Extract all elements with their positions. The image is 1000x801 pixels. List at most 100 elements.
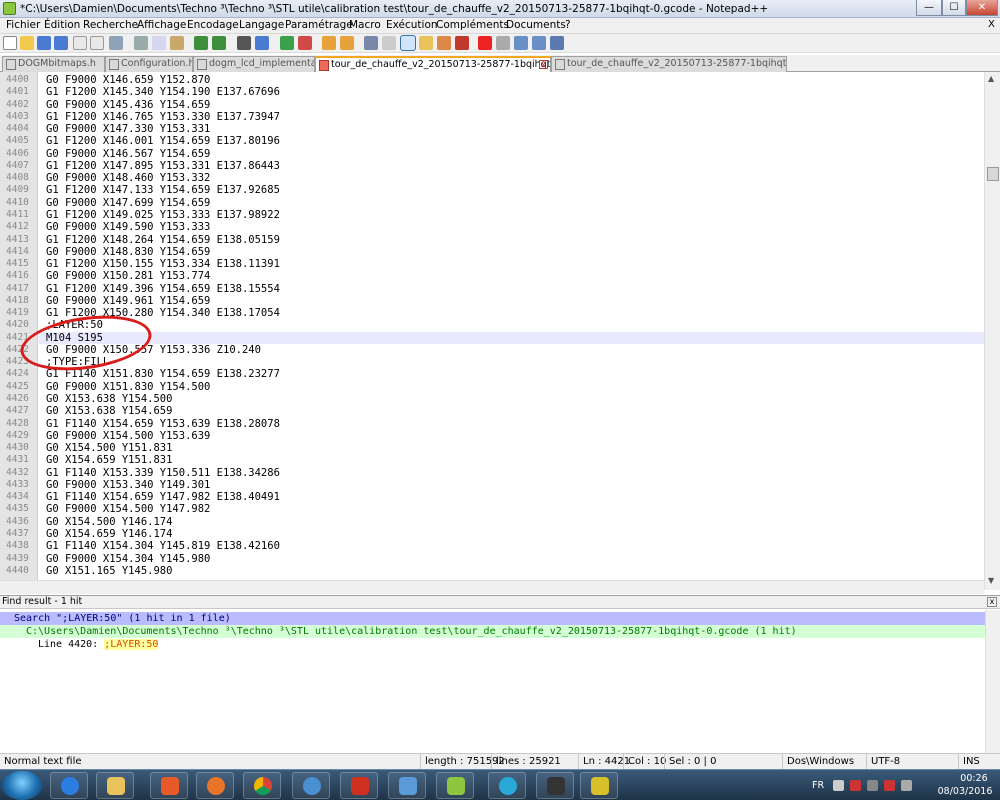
code-line[interactable]: G1 F1200 X149.396 Y154.659 E138.15554 [46,283,982,295]
close-file-icon[interactable] [73,36,87,50]
paste-icon[interactable] [170,36,184,50]
tab-tour-de-chauffe[interactable]: tour_de_chauffe_v2_20150713-25877-1bqihq… [551,56,787,72]
function-list-icon[interactable] [455,36,469,50]
taskbar-explorer[interactable] [96,772,134,799]
code-line[interactable]: G0 F9000 X149.961 Y154.659 [46,295,982,307]
search-hit-line[interactable]: Line 4420: ;LAYER:50 [0,638,985,651]
menu-documents[interactable]: Documents [506,19,566,31]
code-line[interactable]: G0 X154.500 Y146.174 [46,516,982,528]
code-line[interactable]: ;TYPE:FILL [46,356,982,368]
tab-configuration[interactable]: Configuration.h [105,56,193,72]
code-line[interactable]: G1 F1200 X147.133 Y154.659 E137.92685 [46,184,982,196]
open-file-icon[interactable] [20,36,34,50]
taskbar-sketchup[interactable] [340,772,378,799]
undo-icon[interactable] [194,36,208,50]
doc-map-icon[interactable] [437,36,451,50]
code-line[interactable]: G0 X154.659 Y151.831 [46,454,982,466]
close-button[interactable]: ✕ [966,0,998,16]
taskbar-window-app[interactable] [388,772,426,799]
start-button[interactable] [2,771,42,800]
close-all-icon[interactable] [90,36,104,50]
user-lang-icon[interactable] [419,36,433,50]
clock-time[interactable]: 00:26 [952,773,996,784]
cut-icon[interactable] [134,36,148,50]
menu-affichage[interactable]: Affichage [137,19,186,31]
editor-horizontal-scrollbar[interactable] [0,580,984,594]
code-line[interactable]: G0 X154.659 Y146.174 [46,528,982,540]
indent-guide-icon[interactable] [400,35,416,51]
close-find-panel-icon[interactable]: x [987,597,997,607]
redo-icon[interactable] [212,36,226,50]
code-line[interactable]: G1 F1200 X150.280 Y154.340 E138.17054 [46,307,982,319]
code-line[interactable]: G0 F9000 X147.330 Y153.331 [46,123,982,135]
eol-format[interactable]: Dos\Windows [782,754,854,770]
copy-icon[interactable] [152,36,166,50]
record-macro-icon[interactable] [478,36,492,50]
clock-date[interactable]: 08/03/2016 [934,786,996,797]
maximize-button[interactable]: ☐ [942,0,966,16]
menu-execution[interactable]: Exécution [386,19,438,31]
zoom-out-icon[interactable] [298,36,312,50]
menu-macro[interactable]: Macro [349,19,381,31]
code-line[interactable]: G0 F9000 X145.436 Y154.659 [46,99,982,111]
code-line[interactable]: G0 F9000 X151.830 Y154.500 [46,381,982,393]
word-wrap-icon[interactable] [364,36,378,50]
taskbar-ie[interactable] [50,772,88,799]
code-line[interactable]: M104 S195 [46,332,982,344]
code-line[interactable]: G1 F1200 X149.025 Y153.333 E137.98922 [46,209,982,221]
menu-complements[interactable]: Compléments [436,19,509,31]
taskbar-chrome[interactable] [243,772,281,799]
usb-icon[interactable] [867,780,878,791]
editor-vertical-scrollbar[interactable]: ▲ ▼ [984,72,1000,590]
code-line[interactable]: G1 F1200 X150.155 Y153.334 E138.11391 [46,258,982,270]
replace-icon[interactable] [255,36,269,50]
print-icon[interactable] [109,36,123,50]
new-file-icon[interactable] [3,36,17,50]
scrollbar-thumb[interactable] [987,167,999,181]
stop-macro-icon[interactable] [496,36,510,50]
code-line[interactable]: G0 F9000 X154.500 Y147.982 [46,503,982,515]
tab-tour-de-chauffe-active[interactable]: tour_de_chauffe_v2_20150713-25877-1bqihq… [315,56,551,73]
menu-encodage[interactable]: Encodage [187,19,239,31]
code-line[interactable]: G1 F1140 X154.659 Y153.639 E138.28078 [46,418,982,430]
language-indicator[interactable]: FR [812,780,824,791]
code-line[interactable]: G0 F9000 X149.590 Y153.333 [46,221,982,233]
zoom-in-icon[interactable] [280,36,294,50]
show-all-chars-icon[interactable] [382,36,396,50]
code-line[interactable]: G0 F9000 X146.567 Y154.659 [46,148,982,160]
taskbar-app-dark[interactable] [536,772,574,799]
code-line[interactable]: G1 F1200 X146.001 Y154.659 E137.80196 [46,135,982,147]
code-line[interactable]: G0 F9000 X153.340 Y149.301 [46,479,982,491]
menu-edition[interactable]: Édition [44,19,80,31]
sync-horizontal-icon[interactable] [340,36,354,50]
volume-icon[interactable] [901,780,912,791]
code-line[interactable]: G1 F1200 X145.340 Y154.190 E137.67696 [46,86,982,98]
close-tab-icon[interactable]: x [539,60,548,69]
code-line[interactable]: G1 F1140 X153.339 Y150.511 E138.34286 [46,467,982,479]
menu-parametrage[interactable]: Paramétrage [285,19,353,31]
menu-recherche[interactable]: Recherche [83,19,138,31]
tab-dogmbitmaps[interactable]: DOGMbitmaps.h [2,56,105,72]
minimize-button[interactable]: — [916,0,942,16]
code-line[interactable]: G0 F9000 X154.500 Y153.639 [46,430,982,442]
run-macro-multiple-icon[interactable] [532,36,546,50]
taskbar-notepadpp[interactable] [436,772,474,799]
taskbar-app-yellow[interactable] [580,772,618,799]
find-icon[interactable] [237,36,251,50]
code-line[interactable]: G0 X151.165 Y145.980 [46,565,982,577]
taskbar-app-molecule[interactable] [292,772,330,799]
menu-fichier[interactable]: Fichier [6,19,40,31]
code-line[interactable]: G0 X154.500 Y151.831 [46,442,982,454]
save-macro-icon[interactable] [550,36,564,50]
code-line[interactable]: G1 F1140 X154.659 Y147.982 E138.40491 [46,491,982,503]
menu-langage[interactable]: Langage [239,19,284,31]
code-line[interactable]: G0 F9000 X150.281 Y153.774 [46,270,982,282]
find-panel-scrollbar[interactable] [985,610,1000,753]
code-line[interactable]: ;LAYER:50 [46,319,982,331]
code-line[interactable]: G1 F1200 X147.895 Y153.331 E137.86443 [46,160,982,172]
search-file-line[interactable]: C:\Users\Damien\Documents\Techno ³\Techn… [0,625,985,638]
code-line[interactable]: G1 F1200 X146.765 Y153.330 E137.73947 [46,111,982,123]
tab-dogm-lcd[interactable]: dogm_lcd_implementation.h [193,56,315,72]
code-line[interactable]: G1 F1140 X154.304 Y145.819 E138.42160 [46,540,982,552]
encoding[interactable]: UTF-8 [866,754,900,770]
